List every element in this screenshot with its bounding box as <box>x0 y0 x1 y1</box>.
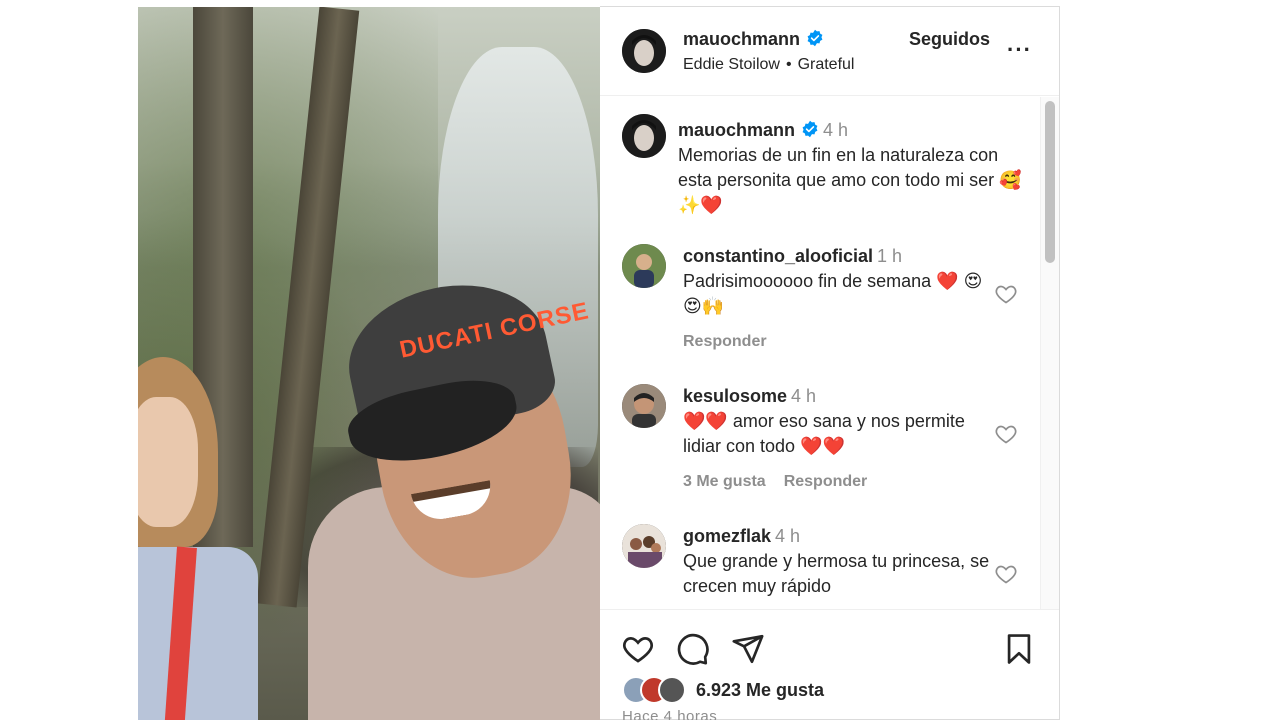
comment-text: ❤️❤️ amor eso sana y nos permite lidiar … <box>683 411 965 456</box>
reply-button[interactable]: Responder <box>683 333 767 350</box>
comment-time[interactable]: 4 h <box>791 386 816 406</box>
post-timestamp[interactable]: Hace 4 horas <box>622 708 717 720</box>
child-shirt <box>138 547 258 720</box>
following-button[interactable]: Seguidos <box>909 29 990 50</box>
caption-time[interactable]: 4 h <box>823 120 848 140</box>
comment-username[interactable]: kesulosome <box>683 386 787 406</box>
post-details-panel: mauochmann Eddie Stoilow • Grateful Seguid… <box>600 6 1060 720</box>
comment-body: kesulosome 4 h ❤️❤️ amor eso sana y nos p… <box>683 384 993 494</box>
comment-body: constantino_alooficial 1 h Padrisimoooooo… <box>683 244 993 354</box>
comment-text: Que grande y hermosa tu princesa, se cre… <box>683 551 990 596</box>
comments-scrollbar[interactable] <box>1040 97 1059 609</box>
verified-badge-icon <box>802 120 818 138</box>
commenter-avatar[interactable] <box>622 244 666 288</box>
heart-icon[interactable] <box>994 282 1018 306</box>
heart-icon[interactable] <box>994 562 1018 586</box>
share-icon[interactable] <box>731 632 765 666</box>
post-actions: 6.923 Me gusta Hace 4 horas <box>600 609 1059 720</box>
author-username[interactable]: mauochmann <box>683 29 800 49</box>
scrollbar-thumb[interactable] <box>1045 101 1055 263</box>
audio-artist[interactable]: Eddie Stoilow <box>683 56 780 73</box>
verified-badge-icon <box>807 29 823 47</box>
comment-icon[interactable] <box>676 632 710 666</box>
caption-text: Memorias de un fin en la naturaleza con … <box>678 145 1022 215</box>
photo-man: DUCATI CORSE <box>308 267 600 720</box>
comment-username[interactable]: gomezflak <box>683 526 771 546</box>
caption-username[interactable]: mauochmann <box>678 120 795 140</box>
audio-info[interactable]: Eddie Stoilow • Grateful <box>683 56 854 74</box>
commenter-avatar[interactable] <box>622 384 666 428</box>
audio-separator: • <box>785 56 792 73</box>
comment-text: Padrisimoooooo fin de semana ❤️ 😍😍🙌 <box>683 271 983 316</box>
comment-time[interactable]: 4 h <box>775 526 800 546</box>
comment-meta: Responder <box>683 329 993 354</box>
comments-list[interactable]: mauochmann 4 h Memorias de un fin en la n… <box>600 97 1040 609</box>
child-face <box>138 397 198 527</box>
heart-icon[interactable] <box>994 422 1018 446</box>
likes-count[interactable]: 6.923 Me gusta <box>696 680 824 701</box>
more-options-icon[interactable]: ··· <box>1007 37 1032 63</box>
bookmark-icon[interactable] <box>1002 632 1036 666</box>
commenter-avatar[interactable] <box>622 524 666 568</box>
caption-body: mauochmann 4 h Memorias de un fin en la n… <box>678 118 1028 218</box>
audio-title[interactable]: Grateful <box>798 56 855 73</box>
author-username-row[interactable]: mauochmann <box>683 29 824 50</box>
post-photo[interactable]: DUCATI CORSE <box>138 7 600 720</box>
author-avatar[interactable] <box>622 29 666 73</box>
reply-button[interactable]: Responder <box>784 473 868 490</box>
photo-child <box>138 357 258 720</box>
caption-avatar[interactable] <box>622 114 666 158</box>
comment-username[interactable]: constantino_alooficial <box>683 246 873 266</box>
post-header: mauochmann Eddie Stoilow • Grateful Seguid… <box>600 7 1059 96</box>
comment-likes[interactable]: 3 Me gusta <box>683 473 766 490</box>
comment-time[interactable]: 1 h <box>877 246 902 266</box>
comment-body: gomezflak 4 h Que grande y hermosa tu pri… <box>683 524 993 599</box>
comment-meta: 3 Me gusta Responder <box>683 469 993 494</box>
liker-avatar <box>658 676 686 704</box>
heart-icon[interactable] <box>621 632 655 666</box>
